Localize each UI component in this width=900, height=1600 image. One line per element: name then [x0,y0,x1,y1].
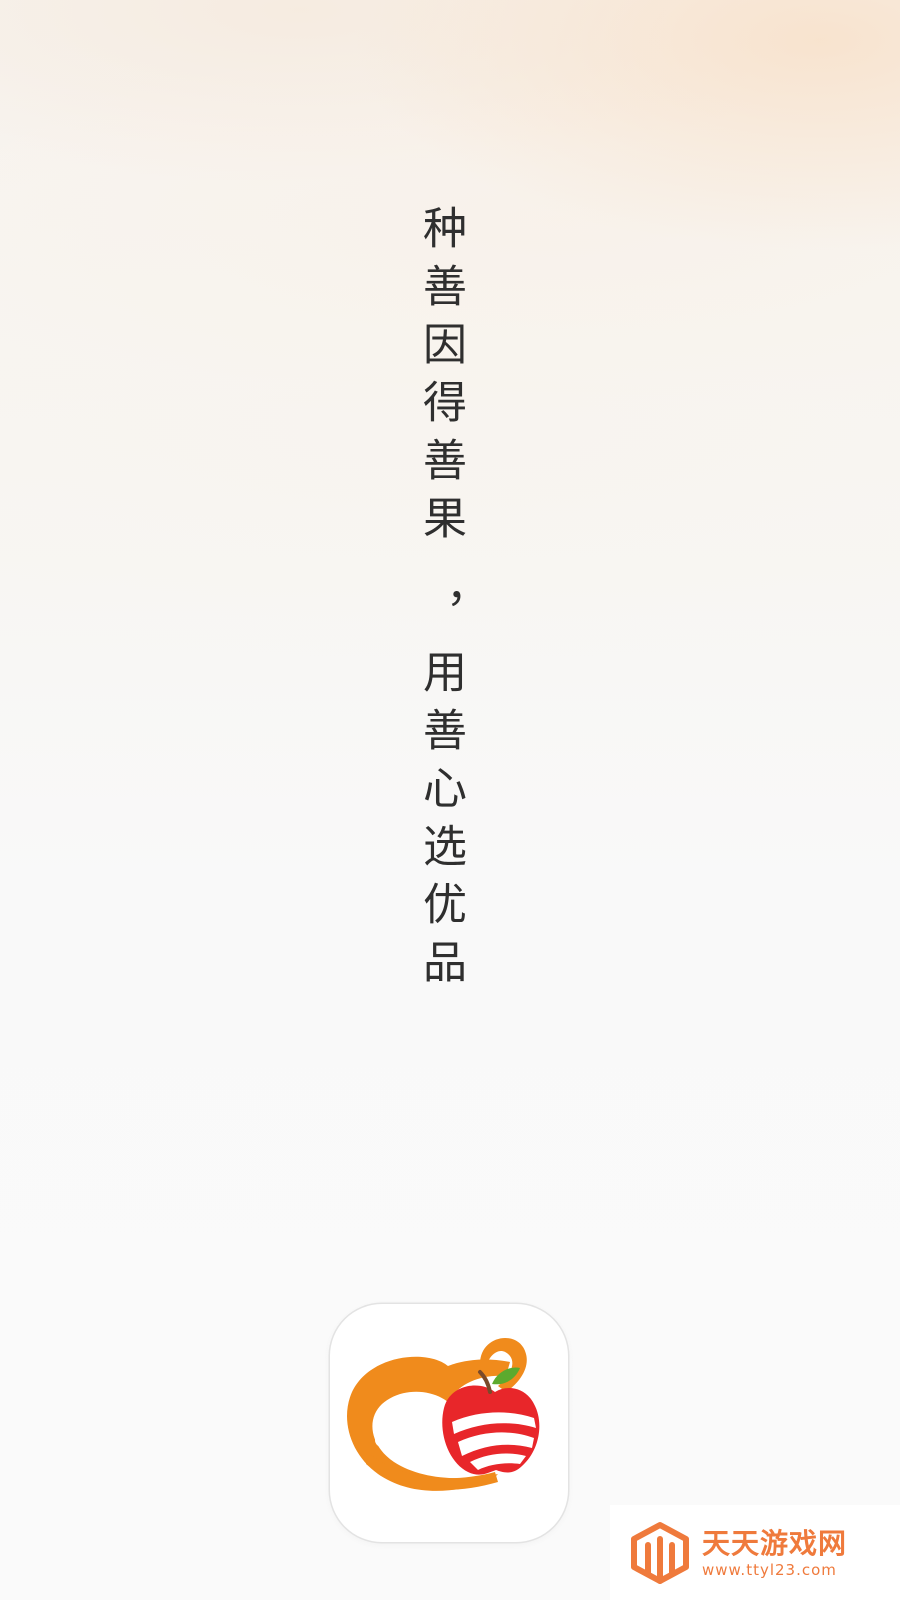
heart-apple-logo-icon [347,1337,540,1491]
slogan-line-1: 种善因得善果 [415,205,466,553]
heart-dot [375,1433,389,1447]
slogan-line-2: ，用善心选优品 [415,591,466,997]
watermark: 天天游戏网 www.ttyl23.com [610,1505,900,1600]
watermark-url: www.ttyl23.com [702,1560,837,1579]
slogan-line-1-text: 种善因得善果 [415,205,466,553]
slogan-line-2-text: ，用善心选优品 [415,591,466,997]
app-icon [330,1304,568,1542]
ttyl-cube-logo-icon [631,1521,689,1584]
watermark-title: 天天游戏网 [702,1526,848,1560]
watermark-text: 天天游戏网 www.ttyl23.com [702,1527,847,1579]
slogan: 种善因得善果 ，用善心选优品 [410,205,470,997]
